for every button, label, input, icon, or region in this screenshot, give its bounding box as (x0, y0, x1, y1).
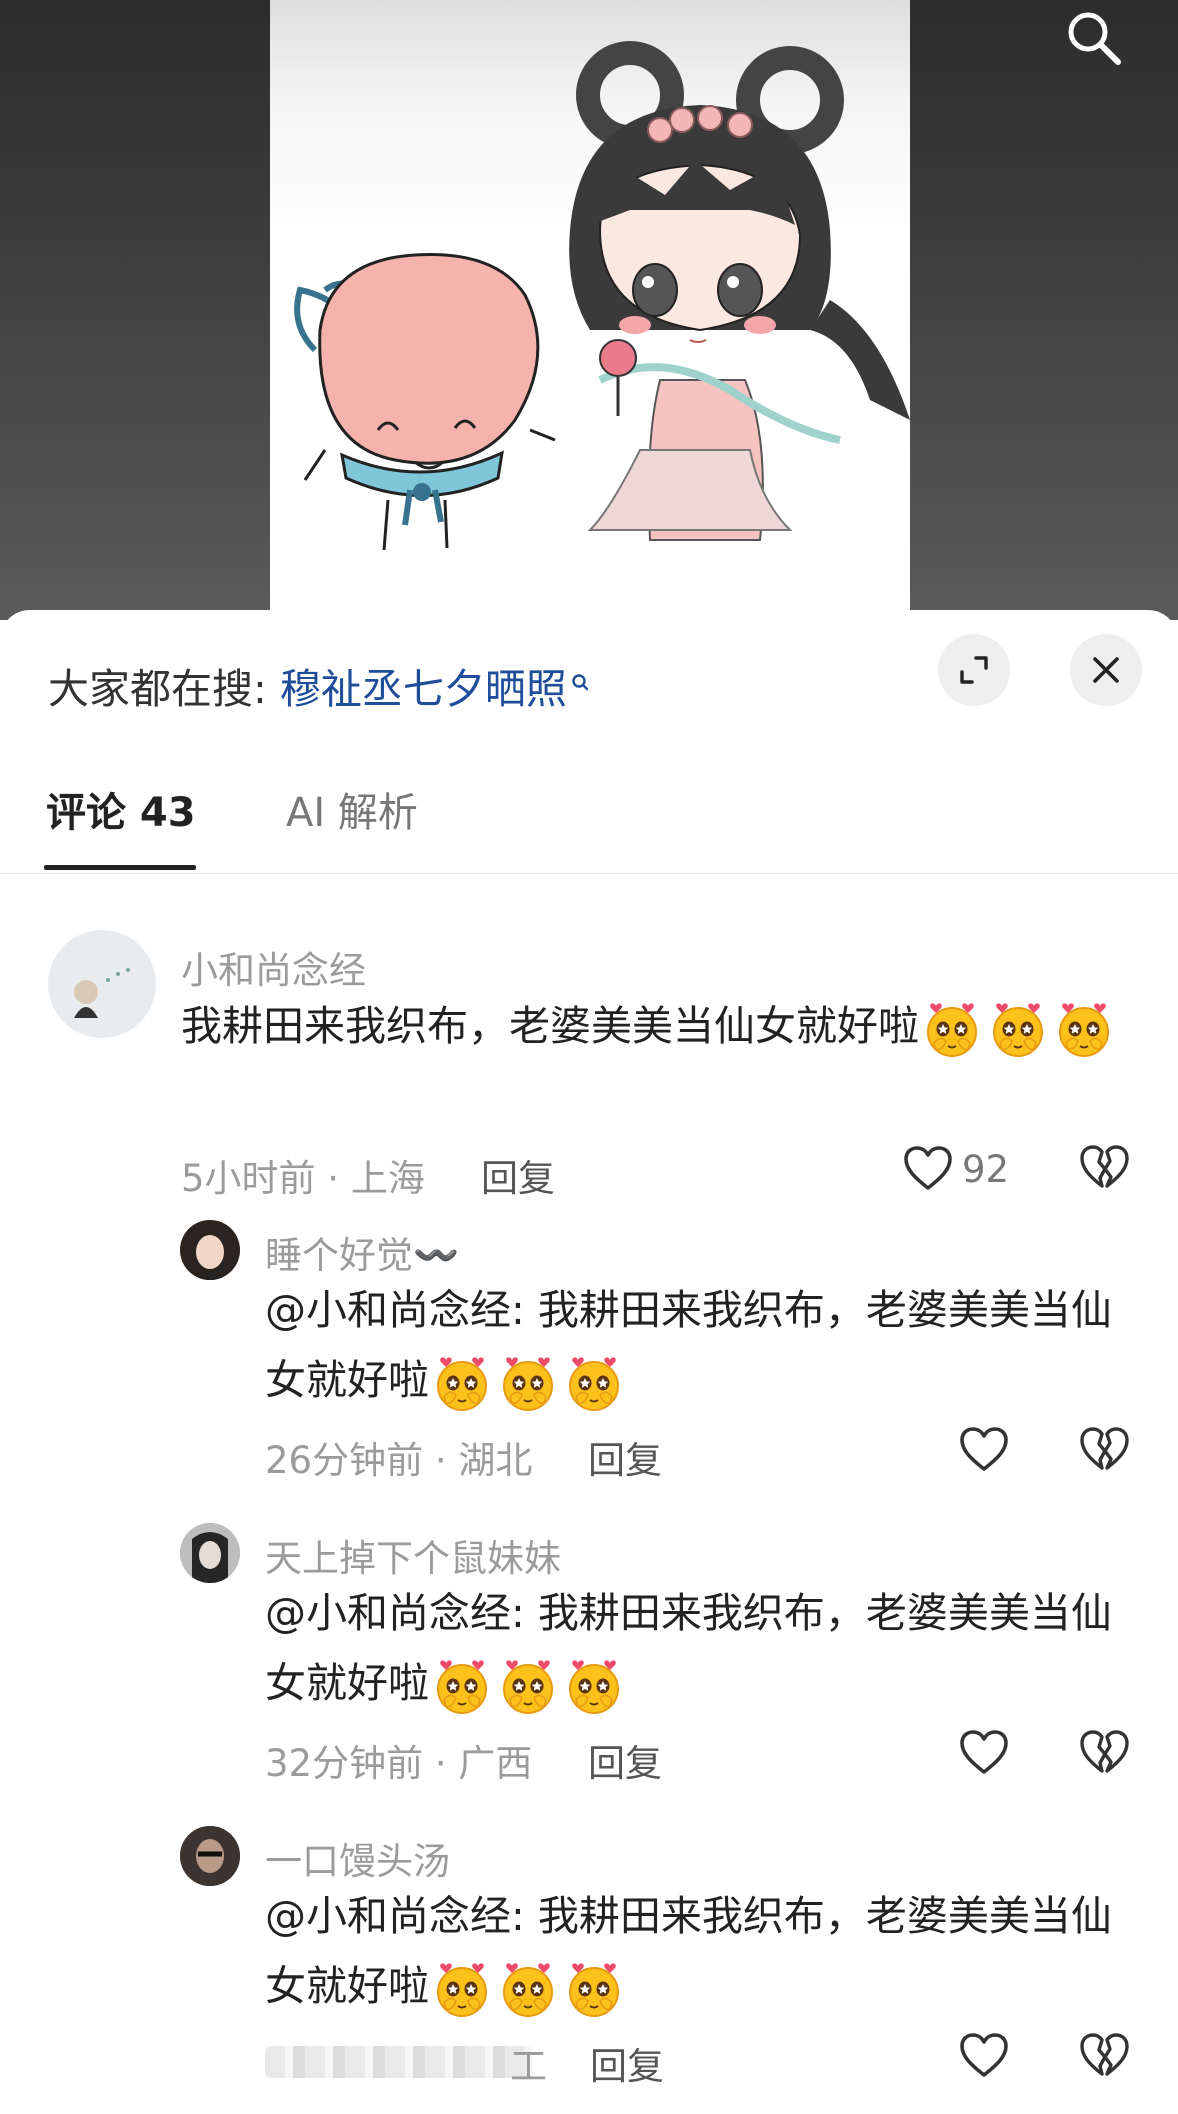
avatar[interactable] (48, 930, 156, 1038)
tab-comments[interactable]: 评论 43 (46, 780, 196, 838)
cartoon-illustration (294, 41, 910, 551)
heart-eyes-emoji (988, 999, 1048, 1059)
comment-meta: 工 (510, 2045, 547, 2088)
heart-eyes-emoji (922, 999, 982, 1059)
comment-username[interactable]: 小和尚念经 (181, 940, 366, 994)
heart-eyes-emoji (432, 1353, 492, 1413)
comment-username[interactable]: 一口馒头汤 (265, 1831, 450, 1885)
heart-eyes-emoji (498, 1656, 558, 1716)
heart-icon[interactable] (958, 2030, 1010, 2082)
heart-eyes-emoji (564, 1959, 624, 2019)
like-button[interactable]: 92 (902, 1142, 1009, 1196)
comment-text: @小和尚念经: 我耕田来我织布，老婆美美当仙女就好啦 (265, 1881, 1125, 2021)
heart-icon[interactable] (958, 1727, 1010, 1779)
avatar[interactable] (180, 1826, 240, 1886)
expand-button[interactable] (938, 634, 1010, 706)
expand-icon (960, 656, 988, 684)
girl-character (569, 41, 910, 541)
avatar[interactable] (180, 1220, 240, 1280)
comment-meta: 5小时前 · 上海 (181, 1157, 425, 1200)
search-icon (1068, 12, 1121, 65)
heart-eyes-emoji (564, 1656, 624, 1716)
heart-eyes-emoji (564, 1353, 624, 1413)
hot-search-label: 大家都在搜: (48, 665, 267, 713)
comment-meta: 26分钟前 · 湖北 (265, 1439, 533, 1482)
broken-heart-icon[interactable] (1078, 1424, 1130, 1476)
heart-eyes-emoji (498, 1959, 558, 2019)
heart-icon[interactable] (958, 1424, 1010, 1476)
reply-button[interactable]: 回复 (481, 1148, 555, 1202)
comment-text: @小和尚念经: 我耕田来我织布，老婆美美当仙女就好啦 (265, 1275, 1125, 1415)
broken-heart-icon[interactable] (1078, 1727, 1130, 1779)
comment-text: @小和尚念经: 我耕田来我织布，老婆美美当仙女就好啦 (265, 1578, 1125, 1718)
comment-meta: 32分钟前 · 广西 (265, 1742, 533, 1785)
tab-bar: 评论 43 AI 解析 (0, 780, 1178, 844)
close-button[interactable] (1070, 634, 1142, 706)
reply-button[interactable]: 回复 (588, 1430, 662, 1484)
heart-eyes-emoji (498, 1353, 558, 1413)
hot-search-bar[interactable]: 大家都在搜: 穆祉丞七夕晒照 (48, 655, 589, 715)
comment-body: @小和尚念经: 我耕田来我织布，老婆美美当仙女就好啦 (265, 1589, 1112, 1707)
heart-icon (902, 1143, 954, 1195)
comment-body: @小和尚念经: 我耕田来我织布，老婆美美当仙女就好啦 (265, 1892, 1112, 2010)
avatar[interactable] (180, 1523, 240, 1583)
close-icon (1093, 657, 1119, 683)
reply-button[interactable]: 回复 (588, 1733, 662, 1787)
obscured-meta (265, 2046, 533, 2078)
comment-body: @小和尚念经: 我耕田来我织布，老婆美美当仙女就好啦 (265, 1286, 1112, 1404)
post-image[interactable] (270, 0, 910, 620)
comment-username[interactable]: 天上掉下个鼠妹妹 (265, 1528, 561, 1582)
heart-eyes-emoji (1054, 999, 1114, 1059)
peach-mascot (294, 253, 556, 551)
media-area (0, 0, 1178, 620)
hot-search-keyword[interactable]: 穆祉丞七夕晒照 (280, 665, 567, 713)
heart-eyes-emoji (432, 1959, 492, 2019)
like-count: 92 (962, 1147, 1010, 1191)
comment-text: 我耕田来我织布，老婆美美当仙女就好啦 (181, 991, 1121, 1061)
divider (0, 873, 1178, 874)
broken-heart-icon[interactable] (1078, 1142, 1130, 1194)
comment-username[interactable]: 睡个好觉〰️ (265, 1225, 459, 1279)
keyword-search-icon (571, 657, 589, 705)
active-tab-indicator (44, 865, 196, 870)
comment-sheet: 大家都在搜: 穆祉丞七夕晒照 评论 43 AI 解析 小和尚念经 我耕田来我织布… (0, 610, 1178, 2114)
broken-heart-icon[interactable] (1078, 2030, 1130, 2082)
tab-ai-analysis[interactable]: AI 解析 (286, 780, 418, 838)
reply-button[interactable]: 回复 (590, 2036, 664, 2090)
search-button[interactable] (1060, 4, 1126, 70)
comment-body: 我耕田来我织布，老婆美美当仙女就好啦 (181, 1002, 919, 1050)
heart-eyes-emoji (432, 1656, 492, 1716)
